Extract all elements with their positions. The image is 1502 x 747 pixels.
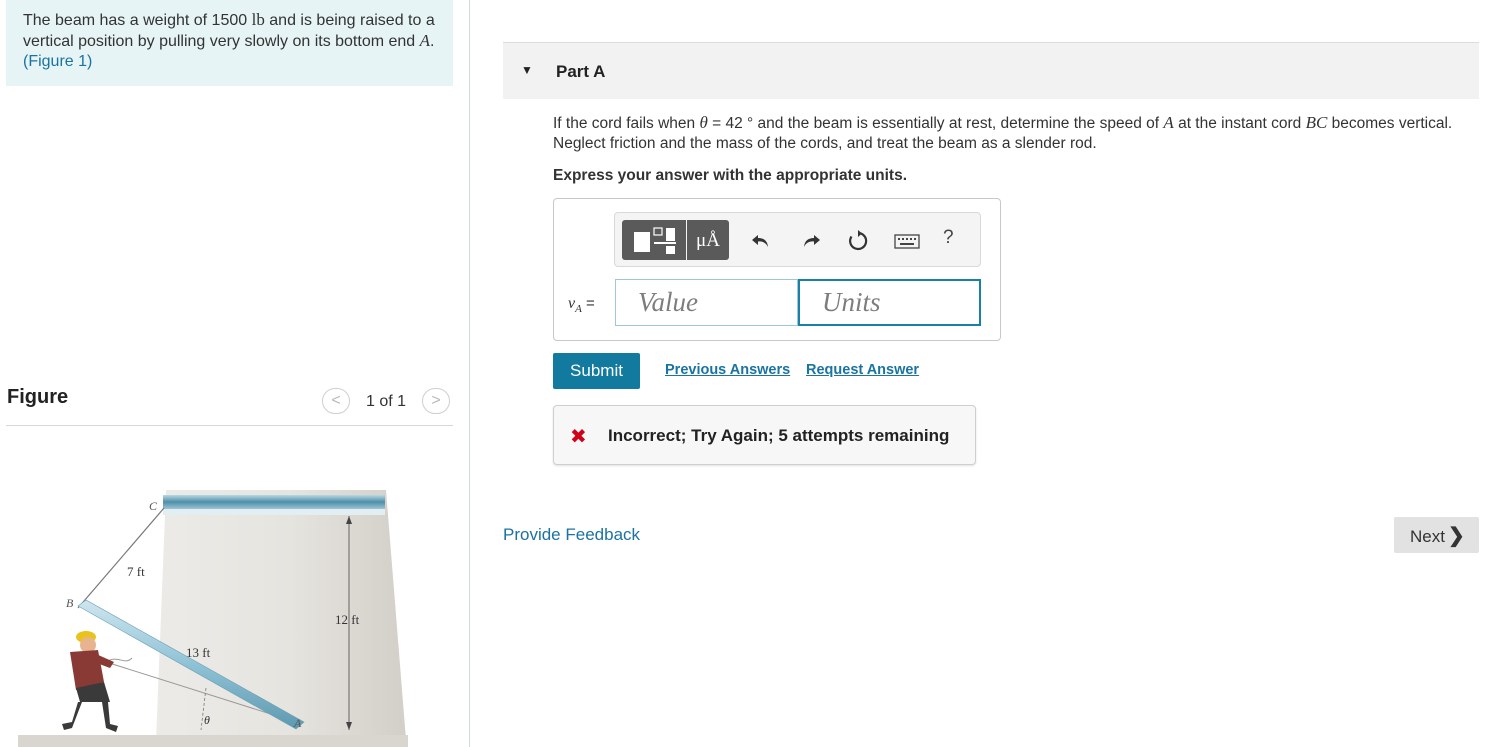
figure-next-button[interactable]: > xyxy=(422,388,450,414)
question-point-a: A xyxy=(1163,113,1174,132)
column-divider xyxy=(469,0,470,747)
floor xyxy=(18,735,408,747)
reset-icon[interactable] xyxy=(846,229,870,253)
point-a: A xyxy=(419,31,431,50)
problem-text-3: . xyxy=(430,33,435,50)
unit-lb: lb xyxy=(251,10,265,29)
ceiling-bar xyxy=(163,495,385,509)
question-text: If the cord fails when θ = 42 ° and the … xyxy=(553,113,1468,154)
provide-feedback-link[interactable]: Provide Feedback xyxy=(503,525,640,545)
figure-title: Figure xyxy=(7,386,69,408)
units-input[interactable] xyxy=(798,279,981,326)
question-part-1: If the cord fails when xyxy=(553,115,700,132)
feedback-text: Incorrect; Try Again; 5 attempts remaini… xyxy=(608,426,950,445)
part-title: Part A xyxy=(556,62,606,81)
next-chevron-icon: ❯ xyxy=(1447,524,1465,547)
label-c: C xyxy=(149,499,158,513)
figure-image: C B A 7 ft 13 ft 12 ft θ xyxy=(6,440,453,747)
page: The beam has a weight of 1500 lb and is … xyxy=(0,0,1502,747)
incorrect-x-icon: ✖ xyxy=(570,426,587,448)
review-link-fragment[interactable] xyxy=(1372,0,1452,4)
variable-equals: = xyxy=(581,295,595,312)
label-b: B xyxy=(66,596,74,610)
variable-subscript: A xyxy=(575,303,582,315)
submit-button[interactable]: Submit xyxy=(553,353,640,389)
problem-text-1: The beam has a weight of 1500 xyxy=(23,12,252,29)
help-button[interactable]: ? xyxy=(943,227,954,249)
label-theta: θ xyxy=(204,713,210,727)
redo-icon[interactable] xyxy=(799,229,823,253)
beam-diagram: C B A 7 ft 13 ft 12 ft θ xyxy=(18,490,408,747)
collapse-caret-icon[interactable]: ▼ xyxy=(521,63,533,77)
previous-answers-link[interactable]: Previous Answers xyxy=(665,362,790,378)
undo-icon[interactable] xyxy=(749,229,773,253)
math-toolbar: μÅ ? xyxy=(614,212,981,267)
next-button[interactable]: Next ❯ xyxy=(1394,517,1479,553)
ceiling-underside xyxy=(163,509,385,515)
figure-link[interactable]: (Figure 1) xyxy=(23,53,92,70)
express-instruction: Express your answer with the appropriate… xyxy=(553,167,908,184)
question-part-3: at the instant cord xyxy=(1173,115,1306,132)
theta-symbol: θ xyxy=(699,113,708,132)
feedback-message: ✖ Incorrect; Try Again; 5 attempts remai… xyxy=(553,405,976,465)
part-a-header[interactable]: ▼ Part A xyxy=(503,43,1479,99)
templates-button[interactable] xyxy=(622,220,686,260)
next-label: Next xyxy=(1410,526,1445,546)
cord-bc xyxy=(77,507,165,609)
answer-box: μÅ ? vA = xyxy=(553,198,1001,341)
templates-icon xyxy=(634,227,676,254)
figure-header: Figure < 1 of 1 > xyxy=(6,380,453,426)
label-7ft: 7 ft xyxy=(127,564,145,579)
label-a: A xyxy=(293,716,302,730)
problem-statement: The beam has a weight of 1500 lb and is … xyxy=(6,0,453,86)
figure-pager-count: 1 of 1 xyxy=(366,393,407,410)
value-input[interactable] xyxy=(615,279,798,326)
question-cord-bc: BC xyxy=(1305,113,1328,132)
worker-figure xyxy=(62,631,118,732)
units-symbol-button[interactable]: μÅ xyxy=(687,220,729,260)
question-part-2: = 42 ° and the beam is essentially at re… xyxy=(707,115,1164,132)
label-13ft: 13 ft xyxy=(186,645,211,660)
request-answer-link[interactable]: Request Answer xyxy=(806,362,919,378)
keyboard-icon[interactable] xyxy=(893,229,921,253)
variable-label: vA = xyxy=(568,295,595,315)
label-12ft: 12 ft xyxy=(335,612,360,627)
figure-prev-button[interactable]: < xyxy=(322,388,350,414)
